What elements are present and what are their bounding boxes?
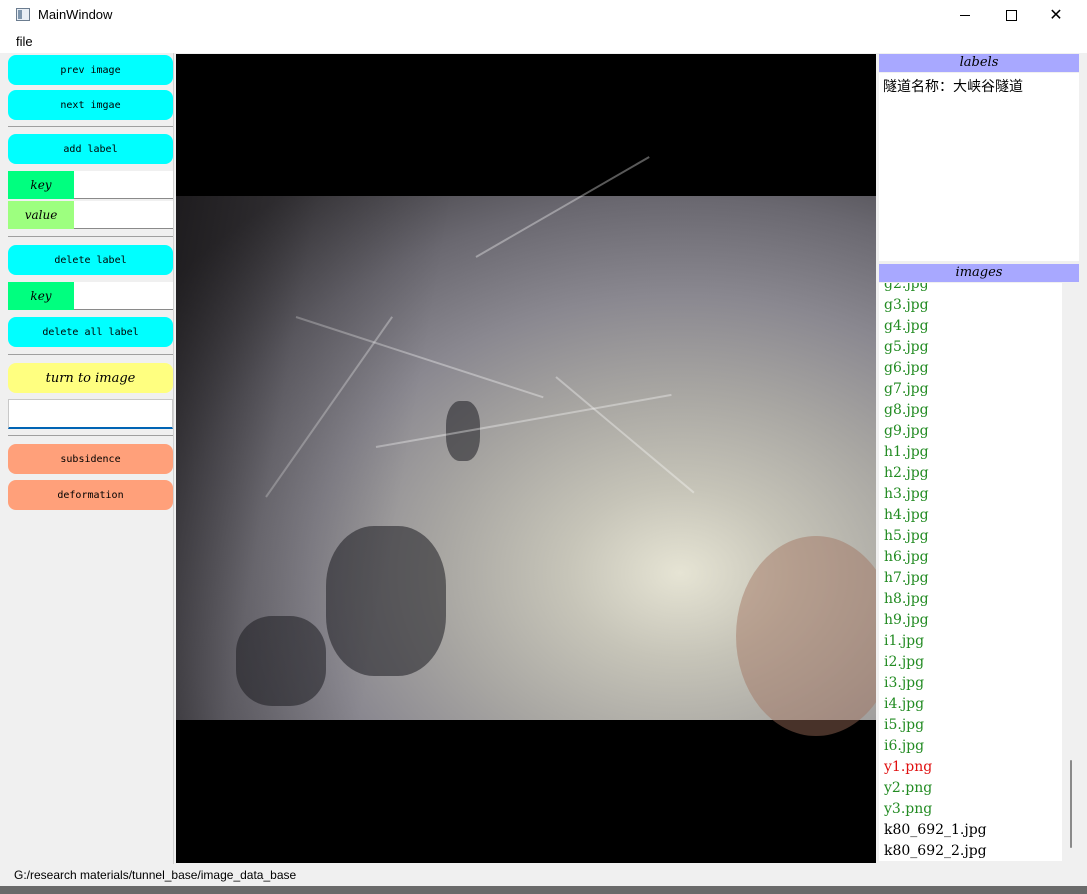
image-list-item[interactable]: h6.jpg bbox=[884, 547, 987, 568]
image-list-item[interactable]: g2.jpg bbox=[884, 283, 987, 295]
separator bbox=[8, 236, 173, 237]
scrollbar-thumb[interactable] bbox=[1070, 760, 1072, 848]
title-bar: MainWindow ✕ bbox=[0, 0, 1087, 30]
image-list-item[interactable]: g6.jpg bbox=[884, 358, 987, 379]
control-panel: prev image next imgae add label key valu… bbox=[0, 53, 175, 864]
image-list-item[interactable]: i3.jpg bbox=[884, 673, 987, 694]
prev-image-button[interactable]: prev image bbox=[8, 55, 173, 85]
delete-label-button[interactable]: delete label bbox=[8, 245, 173, 275]
tunnel-rock-photo bbox=[176, 156, 876, 736]
add-value-row: value bbox=[8, 201, 173, 229]
image-list-item[interactable]: h4.jpg bbox=[884, 505, 987, 526]
image-list-item[interactable]: i2.jpg bbox=[884, 652, 987, 673]
key-label: key bbox=[8, 171, 74, 199]
delete-key-row: key bbox=[8, 282, 173, 310]
app-window-icon bbox=[16, 8, 30, 21]
close-button[interactable]: ✕ bbox=[1033, 0, 1079, 30]
delete-key-label: key bbox=[8, 282, 74, 310]
separator bbox=[8, 126, 173, 127]
image-list-item[interactable]: h8.jpg bbox=[884, 589, 987, 610]
images-header: images bbox=[879, 264, 1079, 282]
image-list-item[interactable]: y3.png bbox=[884, 799, 987, 820]
image-list-item[interactable]: y1.png bbox=[884, 757, 987, 778]
menu-bar: file bbox=[0, 30, 1087, 53]
add-label-button[interactable]: add label bbox=[8, 134, 173, 164]
image-list-item[interactable]: k80_692_2.jpg bbox=[884, 841, 987, 861]
labels-list[interactable]: 隧道名称：大峡谷隧道 bbox=[879, 73, 1079, 261]
image-list-item[interactable]: g7.jpg bbox=[884, 379, 987, 400]
image-list-item[interactable]: g9.jpg bbox=[884, 421, 987, 442]
image-list-item[interactable]: g8.jpg bbox=[884, 400, 987, 421]
right-panel: labels 隧道名称：大峡谷隧道 images g2.jpg g3.jpg g4.… bbox=[877, 54, 1087, 864]
deformation-button[interactable]: deformation bbox=[8, 480, 173, 510]
image-list-item[interactable]: g4.jpg bbox=[884, 316, 987, 337]
separator bbox=[8, 354, 173, 355]
image-viewer bbox=[176, 54, 876, 863]
delete-all-label-button[interactable]: delete all label bbox=[8, 317, 173, 347]
turn-to-image-button[interactable]: turn to image bbox=[8, 363, 173, 393]
add-value-input[interactable] bbox=[74, 201, 173, 229]
maximize-button[interactable] bbox=[988, 0, 1034, 30]
maximize-icon bbox=[1005, 9, 1017, 21]
image-list-item[interactable]: h9.jpg bbox=[884, 610, 987, 631]
image-list-item[interactable]: h3.jpg bbox=[884, 484, 987, 505]
turn-to-image-input[interactable] bbox=[8, 399, 173, 429]
window-title: MainWindow bbox=[38, 7, 113, 22]
image-list-item[interactable]: i5.jpg bbox=[884, 715, 987, 736]
add-key-row: key bbox=[8, 171, 173, 199]
image-list-item[interactable]: h7.jpg bbox=[884, 568, 987, 589]
separator bbox=[8, 435, 173, 436]
image-list-item[interactable]: g3.jpg bbox=[884, 295, 987, 316]
image-list-item[interactable]: k80_692_1.jpg bbox=[884, 820, 987, 841]
images-list[interactable]: g2.jpg g3.jpg g4.jpg g5.jpg g6.jpg g7.jpg g8.j… bbox=[879, 283, 1079, 861]
image-list-item[interactable]: h2.jpg bbox=[884, 463, 987, 484]
status-path: G:/research materials/tunnel_base/image_… bbox=[14, 868, 297, 882]
minimize-button[interactable] bbox=[942, 0, 988, 30]
image-list-item[interactable]: g5.jpg bbox=[884, 337, 987, 358]
menu-file[interactable]: file bbox=[16, 34, 33, 49]
subsidence-button[interactable]: subsidence bbox=[8, 444, 173, 474]
image-list-item[interactable]: h5.jpg bbox=[884, 526, 987, 547]
close-icon: ✕ bbox=[1049, 5, 1063, 24]
add-key-input[interactable] bbox=[74, 171, 173, 199]
images-scrollbar[interactable] bbox=[1062, 283, 1079, 861]
labels-header: labels bbox=[879, 54, 1079, 72]
delete-key-input[interactable] bbox=[74, 282, 173, 310]
value-label: value bbox=[8, 201, 74, 229]
image-list-item[interactable]: i6.jpg bbox=[884, 736, 987, 757]
image-file-list[interactable]: g2.jpg g3.jpg g4.jpg g5.jpg g6.jpg g7.jpg g8.j… bbox=[884, 283, 987, 861]
image-list-item[interactable]: h1.jpg bbox=[884, 442, 987, 463]
status-bar: G:/research materials/tunnel_base/image_… bbox=[0, 864, 1087, 886]
next-image-button[interactable]: next imgae bbox=[8, 90, 173, 120]
image-list-item[interactable]: y2.png bbox=[884, 778, 987, 799]
splitter[interactable] bbox=[173, 53, 174, 864]
image-list-item[interactable]: i1.jpg bbox=[884, 631, 987, 652]
label-entry[interactable]: 隧道名称：大峡谷隧道 bbox=[883, 76, 1023, 96]
minimize-icon bbox=[960, 14, 970, 16]
main-window: MainWindow ✕ file prev image next imgae … bbox=[0, 0, 1087, 894]
image-list-item[interactable]: i4.jpg bbox=[884, 694, 987, 715]
